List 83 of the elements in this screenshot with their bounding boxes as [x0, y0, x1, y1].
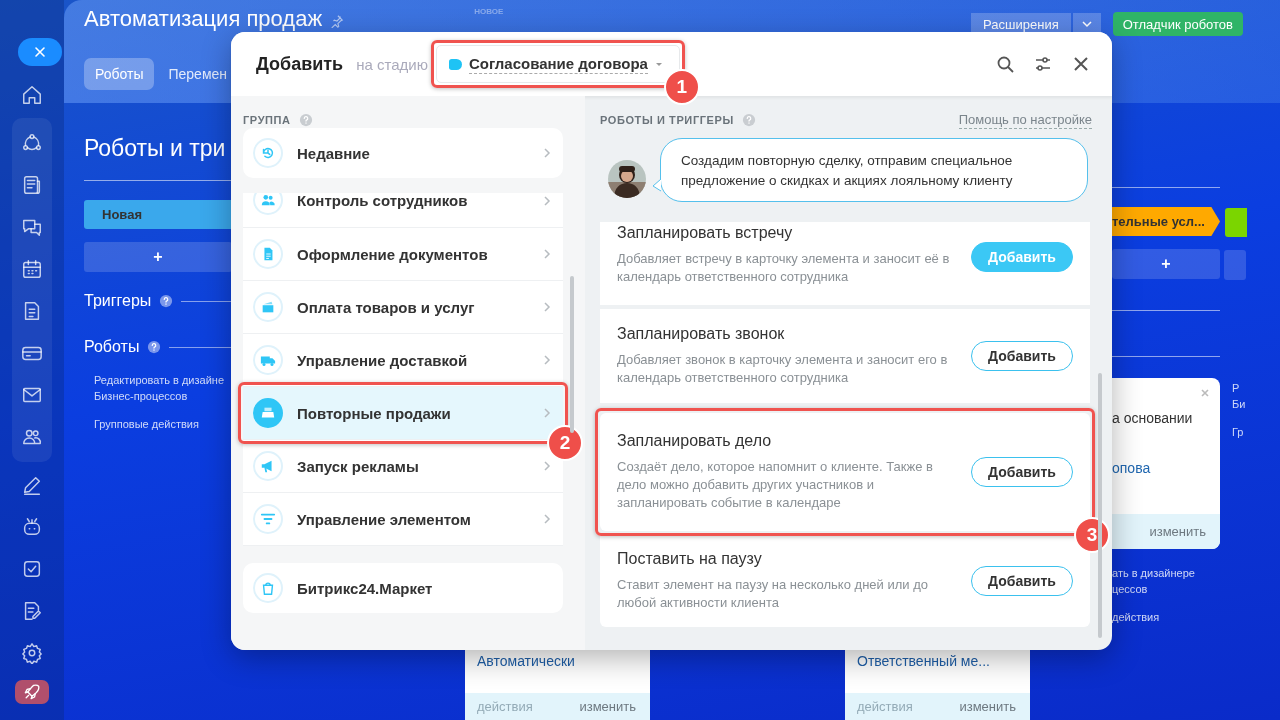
- robots-heading: РОБОТЫ И ТРИГГЕРЫ: [600, 114, 734, 126]
- caret-icon: [1080, 18, 1093, 30]
- caret-icon: [654, 61, 663, 67]
- truck-icon: [253, 345, 283, 375]
- robot-title: Поставить на паузу: [617, 550, 763, 568]
- robot-title: Запланировать дело: [617, 432, 773, 450]
- history-icon: [253, 138, 283, 168]
- edit-link[interactable]: изменить: [959, 699, 1016, 714]
- group-heading: ГРУППА: [243, 114, 291, 126]
- add-button[interactable]: Добавить: [971, 566, 1073, 596]
- hint-bubble: Создадим повторную сделку, отправим специальное предложение о скидках и акциях лояльному клиенту: [660, 138, 1088, 202]
- robot-text: а основании: [1112, 410, 1194, 426]
- chevron-icon: [543, 408, 551, 418]
- chevron-icon: [543, 514, 551, 524]
- chevron-icon: [543, 148, 551, 158]
- step-badge: 2: [547, 425, 583, 461]
- responsible-link[interactable]: опова: [1112, 460, 1220, 476]
- help-icon: [741, 113, 756, 127]
- pin-icon: [330, 14, 345, 28]
- group-item[interactable]: Битрикс24.Маркет: [243, 563, 563, 613]
- settings-sliders-icon[interactable]: [1034, 55, 1052, 73]
- home-icon[interactable]: [21, 84, 43, 107]
- robots-label: Роботы: [84, 338, 140, 356]
- link[interactable]: Гр: [1232, 424, 1280, 440]
- stage-bar: тельные усл...: [1112, 207, 1220, 236]
- robot-title: Запланировать встречу: [617, 224, 794, 242]
- close-icon[interactable]: [1072, 55, 1090, 73]
- pen-icon[interactable]: [21, 474, 43, 497]
- footer-label: действия: [857, 699, 913, 714]
- add-stage-button[interactable]: +: [84, 242, 232, 272]
- robot-text: Автоматически: [476, 652, 576, 671]
- group-item[interactable]: Контроль сотрудников: [243, 193, 563, 228]
- calendar-icon[interactable]: [21, 258, 43, 281]
- robot-description: Ставит элемент на паузу на несколько дней или до любой активности клиента: [617, 576, 929, 612]
- robot-description: Создаёт дело, которое напомнит о клиенте. Также в дело можно добавить других участников и запланировать событие в календаре: [617, 458, 934, 512]
- triggers-label: Триггеры: [84, 292, 152, 310]
- scrollbar[interactable]: [570, 276, 574, 433]
- edit-link[interactable]: изменить: [579, 699, 636, 714]
- dialog-title: Добавить: [256, 53, 344, 75]
- bag-icon: [253, 573, 283, 603]
- group-item[interactable]: Недавние: [243, 128, 563, 178]
- step-badge: 1: [663, 69, 700, 105]
- link[interactable]: Редактировать в дизайне Бизнес-процессов: [94, 372, 232, 404]
- search-icon[interactable]: [996, 55, 1014, 73]
- close-button[interactable]: [18, 38, 62, 67]
- link[interactable]: Р Би: [1232, 380, 1280, 412]
- chevron-icon: [543, 461, 551, 471]
- stage-prefix: на стадию: [356, 55, 428, 73]
- robot-description: Добавляет встречу в карточку элемента и заносит её в календарь ответственного сотрудника: [617, 250, 951, 286]
- robot-text: Ответственный ме...: [856, 652, 991, 671]
- footer-label: действия: [477, 699, 533, 714]
- document-icon: [253, 239, 283, 269]
- settings-icon[interactable]: [21, 642, 43, 665]
- bubble-tail: [652, 178, 661, 192]
- chevron-icon: [543, 355, 551, 365]
- chevron-icon: [543, 249, 551, 259]
- scrollbar[interactable]: [1098, 373, 1102, 638]
- help-icon: [159, 294, 174, 308]
- link[interactable]: Групповые действия: [94, 416, 232, 432]
- section-title: Роботы и три: [84, 135, 227, 162]
- add-button[interactable]: Добавить: [971, 457, 1073, 487]
- robot-description: Добавляет звонок в карточку элемента и заносит его в календарь ответственного сотрудника: [617, 351, 949, 387]
- megaphone-icon: [253, 451, 283, 481]
- newspaper-icon[interactable]: [21, 174, 43, 197]
- cash-register-icon: [253, 398, 283, 428]
- people-icon: [253, 193, 283, 215]
- tab[interactable]: Перемен: [157, 58, 239, 90]
- help-link[interactable]: Помощь по настройке: [958, 111, 1092, 129]
- filter-icon: [253, 504, 283, 534]
- robot-title: Запланировать звонок: [617, 325, 786, 343]
- add-stage-button[interactable]: +: [1112, 249, 1220, 279]
- rocket-button[interactable]: [15, 680, 49, 704]
- stage-bar: Новая: [84, 200, 232, 229]
- wallet-icon: [253, 292, 283, 322]
- help-icon: [298, 113, 313, 127]
- page-title: Автоматизация продаж: [84, 6, 323, 32]
- add-button[interactable]: Добавить: [971, 341, 1073, 371]
- chevron-icon: [543, 196, 551, 206]
- link[interactable]: действия: [1112, 609, 1220, 625]
- new-label: НОВОЕ: [474, 7, 504, 16]
- chevron-icon: [543, 302, 551, 312]
- help-icon: [147, 340, 162, 354]
- link[interactable]: ать в дизайнере цессов: [1112, 565, 1220, 597]
